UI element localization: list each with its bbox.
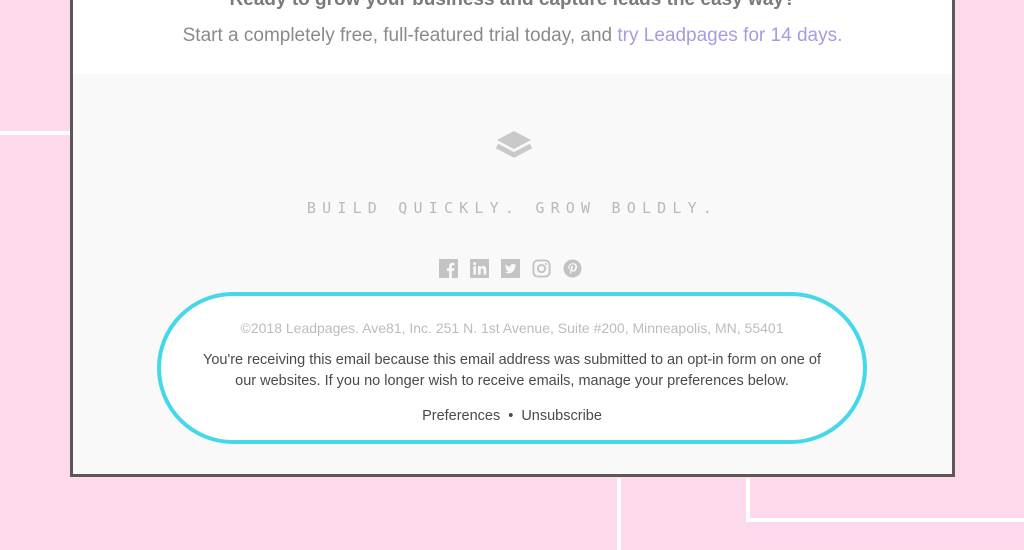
- instagram-icon[interactable]: [532, 259, 551, 278]
- legal-footer: ©2018 Leadpages. Ave81, Inc. 251 N. 1st …: [157, 292, 867, 444]
- pinterest-icon[interactable]: [563, 259, 582, 278]
- cta-subline-text: Start a completely free, full-featured t…: [182, 25, 618, 46]
- cta-subline: Start a completely free, full-featured t…: [73, 25, 952, 47]
- tagline: BUILD QUICKLY. GROW BOLDLY.: [306, 199, 719, 217]
- trial-link[interactable]: try Leadpages for 14 days.: [617, 25, 842, 46]
- opt-in-notice: You're receiving this email because this…: [202, 352, 821, 389]
- preferences-link[interactable]: Preferences: [422, 408, 500, 424]
- cta-headline: Ready to grow your business and capture …: [73, 0, 952, 10]
- linkedin-icon[interactable]: [470, 259, 489, 278]
- layers-icon: [495, 131, 533, 158]
- decorative-line: [746, 518, 1024, 522]
- cta-section: Ready to grow your business and capture …: [73, 0, 952, 74]
- link-separator: •: [508, 408, 514, 424]
- decorative-line: [746, 478, 750, 522]
- decorative-line: [0, 131, 72, 135]
- unsubscribe-link[interactable]: Unsubscribe: [521, 408, 602, 424]
- footer-links: Preferences • Unsubscribe: [161, 408, 863, 424]
- copyright-text: ©2018 Leadpages. Ave81, Inc. 251 N. 1st …: [240, 320, 784, 336]
- email-frame: Ready to grow your business and capture …: [70, 0, 955, 477]
- decorative-line: [617, 478, 621, 550]
- twitter-icon[interactable]: [501, 259, 520, 278]
- facebook-icon[interactable]: [439, 259, 458, 278]
- social-links: [439, 259, 582, 278]
